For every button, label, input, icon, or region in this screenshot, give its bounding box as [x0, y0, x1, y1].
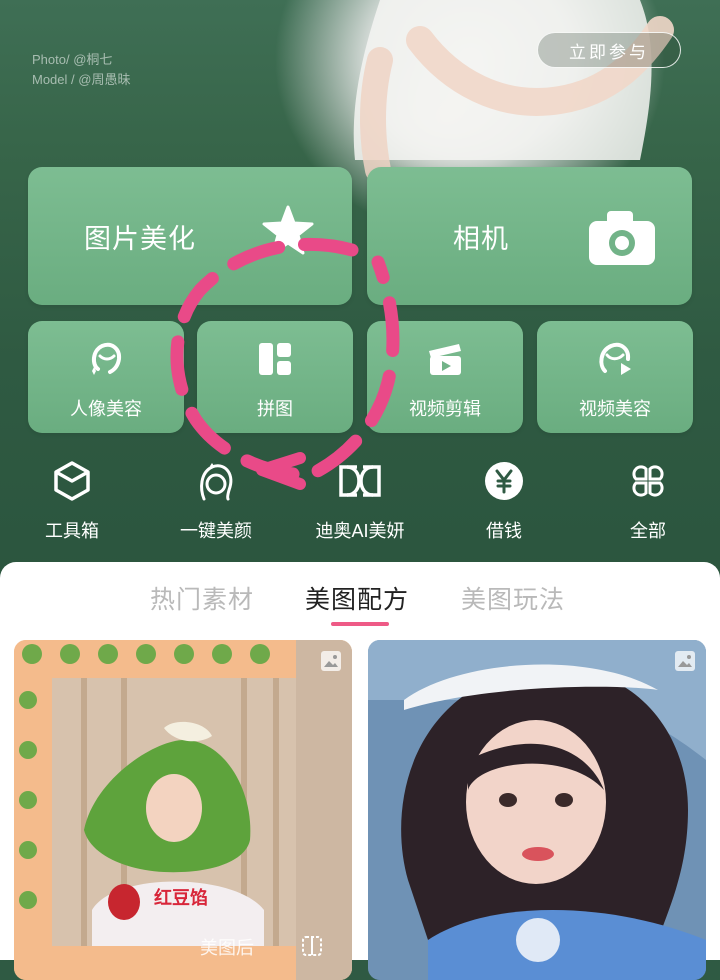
- photographer-credit: Photo/ @桐七: [32, 52, 113, 67]
- content-panel: 热门素材 美图配方 美图玩法 红豆馅 美图后: [0, 562, 720, 980]
- image-icon: [321, 651, 341, 671]
- four-leaf-grid-icon: [632, 465, 664, 497]
- active-tab-indicator: [331, 622, 389, 626]
- after-caption: 美图后: [200, 938, 254, 958]
- video-edit-card[interactable]: 视频剪辑: [367, 321, 523, 433]
- recipe-card-zongzi[interactable]: 红豆馅 美图后: [14, 640, 352, 980]
- borrow-money-label: 借钱: [486, 521, 522, 541]
- toolbox-button[interactable]: 工具箱: [12, 457, 132, 547]
- photo-edit-label: 图片美化: [84, 224, 196, 254]
- borrow-money-button[interactable]: 借钱: [444, 457, 564, 547]
- image-icon: [675, 651, 695, 671]
- tab-photo-recipes[interactable]: 美图配方: [305, 580, 409, 616]
- model-credit: Model / @周愚昧: [32, 72, 131, 87]
- photo-credit: Photo/ @桐七 Model / @周愚昧: [32, 50, 130, 90]
- camera-icon: [589, 211, 655, 265]
- dior-ai-beauty-button[interactable]: 迪奥AI美妍: [300, 457, 420, 547]
- face-play-icon: [599, 342, 631, 375]
- video-beauty-label: 视频美容: [579, 399, 651, 419]
- cube-icon: [54, 461, 90, 501]
- dior-ai-beauty-label: 迪奥AI美妍: [315, 521, 405, 541]
- one-click-beauty-label: 一键美颜: [180, 521, 252, 541]
- zongzi-photo: [14, 640, 352, 980]
- portrait-photo: [368, 640, 706, 980]
- all-features-label: 全部: [630, 521, 666, 541]
- collage-grid-icon: [259, 343, 291, 375]
- all-features-button[interactable]: 全部: [588, 457, 708, 547]
- content-tabs: 热门素材 美图配方 美图玩法: [0, 580, 720, 620]
- tab-hot-materials[interactable]: 热门素材: [150, 580, 254, 616]
- collage-card[interactable]: 拼图: [197, 321, 353, 433]
- star-icon: [262, 205, 314, 255]
- join-now-button[interactable]: 立即参与: [537, 32, 681, 68]
- portrait-beauty-card[interactable]: 人像美容: [28, 321, 184, 433]
- beauty-face-icon: [200, 463, 233, 501]
- face-sparkle-icon: [91, 342, 122, 375]
- video-beauty-card[interactable]: 视频美容: [537, 321, 693, 433]
- collage-label: 拼图: [257, 399, 293, 419]
- camera-card[interactable]: 相机: [367, 167, 692, 305]
- dior-logo-icon: [339, 465, 381, 497]
- clapperboard-icon: [429, 344, 461, 375]
- photo-edit-card[interactable]: 图片美化: [28, 167, 352, 305]
- sticker-text: 红豆馅: [154, 888, 208, 908]
- video-edit-label: 视频剪辑: [409, 399, 481, 419]
- tab-photo-tricks[interactable]: 美图玩法: [461, 580, 565, 616]
- recipe-card-portrait[interactable]: [368, 640, 706, 980]
- yen-icon: [485, 462, 523, 500]
- portrait-beauty-label: 人像美容: [70, 399, 142, 419]
- compare-icon[interactable]: [300, 934, 324, 958]
- toolbox-label: 工具箱: [45, 521, 99, 541]
- one-click-beauty-button[interactable]: 一键美颜: [156, 457, 276, 547]
- camera-label: 相机: [453, 224, 509, 254]
